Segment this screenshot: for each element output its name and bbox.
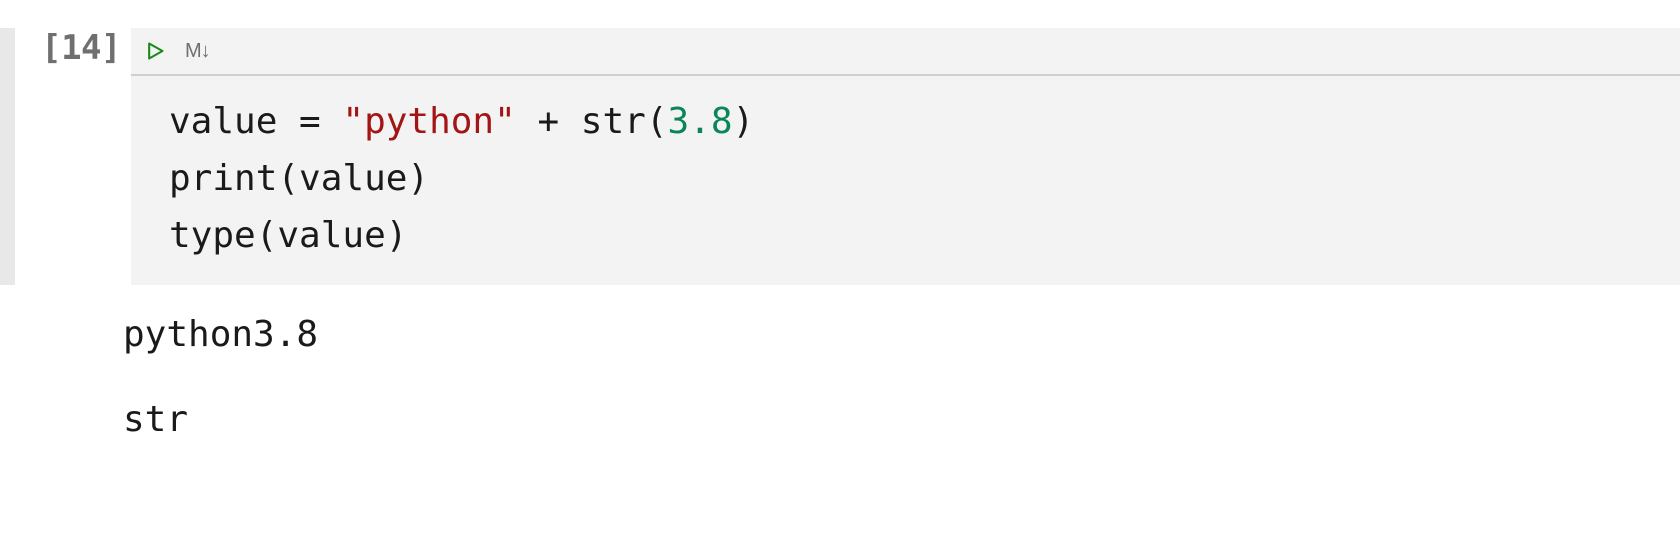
code-editor[interactable]: value = "python" + str(3.8) print(value)… <box>131 76 1680 285</box>
cell-gutter <box>0 28 15 285</box>
string-literal: "python" <box>342 101 515 142</box>
output-body: python3.8 str <box>63 297 318 479</box>
result-output: str <box>123 392 318 448</box>
code-line: type(value) <box>169 215 407 256</box>
code-cell: [14] M↓ value = "python" + str(3.8) prin… <box>0 0 1680 285</box>
run-icon[interactable] <box>143 39 167 63</box>
code-text: value = <box>169 101 342 142</box>
output-section: python3.8 str <box>0 285 1680 479</box>
execution-count: [14] <box>41 28 121 68</box>
markdown-icon[interactable]: M↓ <box>185 40 210 63</box>
code-text: ) <box>733 101 755 142</box>
number-literal: 3.8 <box>668 101 733 142</box>
cell-toolbar: M↓ <box>131 28 1680 76</box>
code-line: print(value) <box>169 158 429 199</box>
prompt-area: [14] <box>23 28 131 285</box>
code-text: + str( <box>516 101 668 142</box>
stdout-output: python3.8 <box>123 307 318 363</box>
output-gutter <box>40 297 55 479</box>
cell-body: M↓ value = "python" + str(3.8) print(val… <box>131 28 1680 285</box>
